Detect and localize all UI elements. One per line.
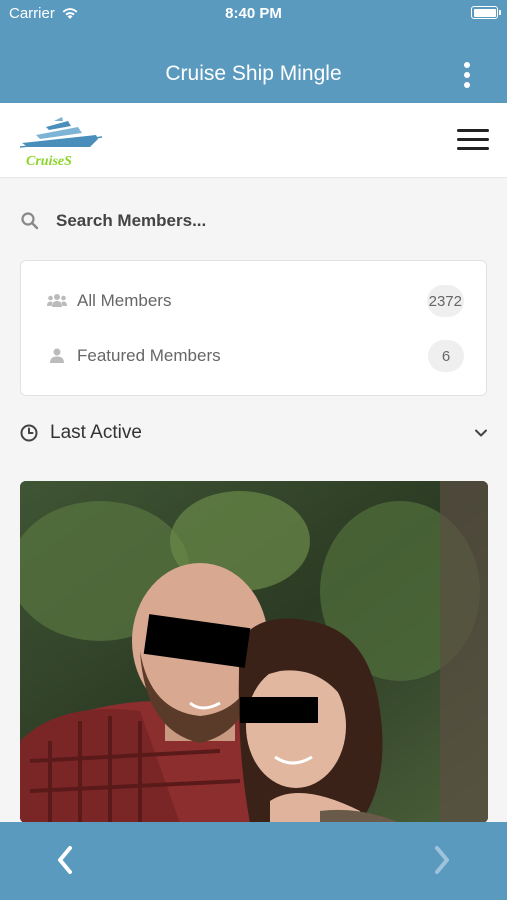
featured-members-count: 6 <box>428 340 464 372</box>
featured-members-link[interactable]: Featured Members 6 <box>47 339 464 373</box>
search-icon <box>21 212 39 230</box>
featured-members-label: Featured Members <box>77 346 221 365</box>
logo-text: CruiseS <box>26 154 72 169</box>
last-active-label: Last Active <box>50 422 142 443</box>
members-panel: All Members 2372 Featured Members 6 <box>20 260 487 396</box>
all-members-label: All Members <box>77 291 172 310</box>
site-header: CruiseS <box>0 103 507 178</box>
member-photo <box>20 481 488 823</box>
app-title: Cruise Ship Mingle <box>165 62 342 85</box>
member-card[interactable] <box>20 481 488 823</box>
last-active-toggle[interactable]: Last Active <box>20 416 490 450</box>
back-arrow-icon[interactable] <box>50 842 80 878</box>
bottom-nav-bar <box>0 822 507 900</box>
menu-hamburger-icon[interactable] <box>457 129 489 151</box>
group-icon <box>47 291 67 311</box>
all-members-link[interactable]: All Members 2372 <box>47 284 464 318</box>
all-members-count: 2372 <box>426 285 464 317</box>
user-icon <box>47 346 67 366</box>
top-app-bar: Carrier 8:40 PM Cruise Ship Mingle <box>0 0 507 103</box>
member-search <box>20 204 487 238</box>
battery-icon <box>471 6 501 19</box>
search-input[interactable] <box>54 210 478 232</box>
status-bar: Carrier 8:40 PM <box>0 0 507 28</box>
cruise-logo[interactable]: CruiseS <box>18 113 104 169</box>
clock: 8:40 PM <box>225 5 282 22</box>
forward-arrow-icon[interactable] <box>427 842 457 878</box>
clock-icon <box>20 424 38 442</box>
more-options-icon[interactable] <box>463 62 471 88</box>
chevron-down-icon <box>475 429 487 437</box>
